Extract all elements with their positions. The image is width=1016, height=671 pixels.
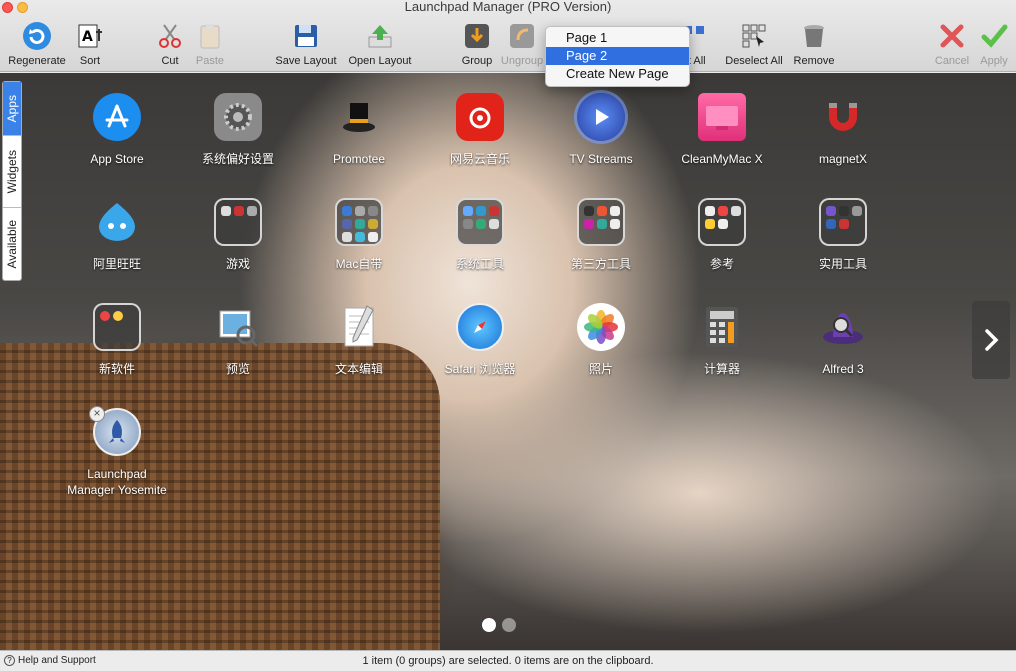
rocket-icon: ×: [89, 406, 141, 456]
group-button[interactable]: Group: [458, 20, 496, 70]
gear-icon: [214, 93, 262, 141]
deselect-all-button[interactable]: Deselect All: [720, 20, 788, 70]
folder-icon: [214, 198, 262, 246]
menu-item-page-2[interactable]: Page 2: [546, 47, 689, 65]
aliwangwang-icon: [93, 198, 141, 246]
folder-new-software[interactable]: 新软件: [57, 303, 177, 377]
app-cleanmymac[interactable]: CleanMyMac X: [662, 93, 782, 167]
folder-utilities[interactable]: 实用工具: [783, 198, 903, 272]
top-hat-icon: [335, 93, 383, 141]
sort-icon: A: [74, 20, 106, 52]
folder-system-tools[interactable]: 系统工具: [420, 198, 540, 272]
deselect-icon: [738, 20, 770, 52]
app-app-store[interactable]: App Store: [57, 93, 177, 167]
cut-button[interactable]: Cut: [152, 20, 188, 70]
compass-icon: [456, 303, 504, 351]
clipboard-icon: [194, 20, 226, 52]
folder-reference[interactable]: 参考: [662, 198, 782, 272]
folder-icon: [93, 303, 141, 351]
window-title: Launchpad Manager (PRO Version): [404, 0, 612, 14]
save-layout-button[interactable]: Save Layout: [272, 20, 340, 70]
status-message: 1 item (0 groups) are selected. 0 items …: [362, 655, 654, 667]
app-system-preferences[interactable]: 系统偏好设置: [178, 93, 298, 167]
ungroup-button[interactable]: Ungroup: [500, 20, 544, 70]
floppy-icon: [290, 20, 322, 52]
regenerate-button[interactable]: Regenerate: [5, 20, 69, 70]
folder-games[interactable]: 游戏: [178, 198, 298, 272]
app-tv-streams[interactable]: TV Streams: [541, 93, 661, 167]
paste-button[interactable]: Paste: [190, 20, 230, 70]
folder-icon: [335, 198, 383, 246]
app-netease-music[interactable]: 网易云音乐: [420, 93, 540, 167]
folder-icon: [577, 198, 625, 246]
check-icon: [978, 20, 1010, 52]
netease-music-icon: [456, 93, 504, 141]
scissors-icon: [154, 20, 186, 52]
folder-icon: [698, 198, 746, 246]
tab-available[interactable]: Available: [3, 208, 21, 280]
side-tabs: Apps Widgets Available: [2, 81, 22, 281]
calculator-icon: [698, 303, 746, 351]
menu-item-create-new-page[interactable]: Create New Page: [546, 65, 689, 83]
app-store-icon: [93, 93, 141, 141]
remove-button[interactable]: Remove: [792, 20, 836, 70]
status-bar: ? Help and Support 1 item (0 groups) are…: [0, 650, 1016, 671]
sort-button[interactable]: A Sort: [72, 20, 108, 70]
app-aliwangwang[interactable]: 阿里旺旺: [57, 198, 177, 272]
app-promotee[interactable]: Promotee: [299, 93, 419, 167]
delete-badge-icon[interactable]: ×: [89, 406, 105, 422]
svg-text:A: A: [82, 29, 93, 45]
tab-apps[interactable]: Apps: [3, 82, 21, 136]
menu-item-page-1[interactable]: Page 1: [546, 29, 689, 47]
app-safari[interactable]: Safari 浏览器: [420, 303, 540, 377]
page-dot-1[interactable]: [482, 618, 496, 632]
open-arrow-icon: [364, 20, 396, 52]
chevron-right-icon: [985, 329, 999, 351]
open-layout-button[interactable]: Open Layout: [344, 20, 416, 70]
trash-icon: [798, 20, 830, 52]
page-dot-2[interactable]: [502, 618, 516, 632]
app-launchpad-manager[interactable]: × Launchpad Manager Yosemite: [57, 406, 177, 498]
app-label: Launchpad Manager Yosemite: [67, 467, 167, 497]
photos-flower-icon: [577, 303, 625, 351]
app-preview[interactable]: 预览: [178, 303, 298, 377]
toolbar: Launchpad Manager (PRO Version) Regenera…: [0, 0, 1016, 72]
app-textedit[interactable]: 文本编辑: [299, 303, 419, 377]
play-icon: [577, 93, 625, 141]
textedit-icon: [335, 303, 383, 351]
folder-icon: [456, 198, 504, 246]
preview-icon: [214, 303, 262, 351]
folder-mac-builtin[interactable]: Mac自带: [299, 198, 419, 272]
tab-widgets[interactable]: Widgets: [3, 136, 21, 208]
apply-button[interactable]: Apply: [974, 20, 1014, 70]
refresh-icon: [21, 20, 53, 52]
ungroup-icon: [506, 20, 538, 52]
folder-third-party-tools[interactable]: 第三方工具: [541, 198, 661, 272]
alfred-hat-icon: [819, 303, 867, 351]
next-page-button[interactable]: [972, 301, 1010, 379]
app-photos[interactable]: 照片: [541, 303, 661, 377]
folder-icon: [819, 198, 867, 246]
x-icon: [936, 20, 968, 52]
page-indicator: [482, 618, 516, 632]
page-dropdown-menu: Page 1 Page 2 Create New Page: [545, 26, 690, 87]
cleanmymac-icon: [698, 93, 746, 141]
app-calculator[interactable]: 计算器: [662, 303, 782, 377]
launchpad-manager-window: Launchpad Manager (PRO Version) Regenera…: [0, 0, 1016, 671]
group-icon: [461, 20, 493, 52]
app-alfred[interactable]: Alfred 3: [783, 303, 903, 377]
launchpad-grid: Apps Widgets Available App Store 系统偏好设置 …: [0, 73, 1016, 650]
app-magnetx[interactable]: magnetX: [783, 93, 903, 167]
cancel-button[interactable]: Cancel: [932, 20, 972, 70]
magnet-icon: [819, 93, 867, 141]
